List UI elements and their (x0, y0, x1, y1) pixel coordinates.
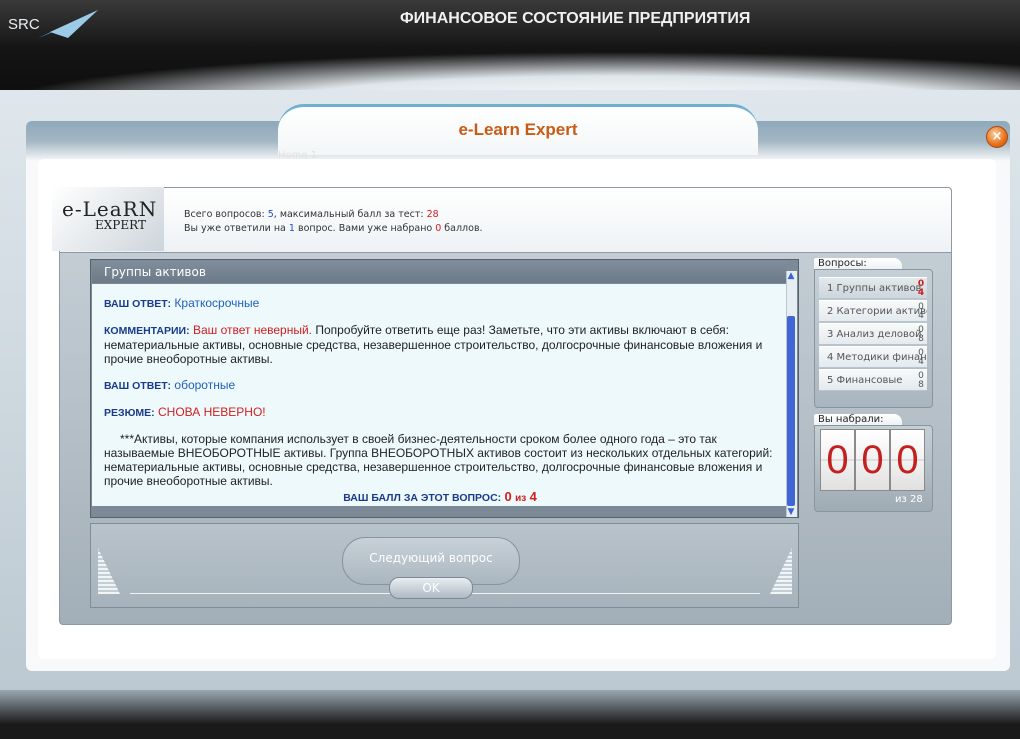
window-tab: e-Learn Expert (278, 104, 758, 155)
question-item-score-max: 8 (918, 334, 924, 344)
max-score: 28 (426, 209, 439, 220)
src-logo: SRC (8, 16, 40, 33)
window-title: e-Learn Expert (458, 120, 578, 139)
stats-text: баллов. (441, 223, 483, 234)
question-item-2[interactable]: 2 Категории активов 04 (819, 300, 927, 322)
question-item-label: 5 Финансовые (827, 375, 903, 386)
question-item-label: 3 Анализ деловой (827, 329, 922, 340)
feedback-area: ВАШ ОТВЕТ: Краткосрочные КОММЕНТАРИИ: Ва… (92, 284, 786, 506)
score-total: из 28 (895, 494, 923, 505)
question-item-score-max: 8 (918, 380, 924, 390)
question-item-label: 4 Методики финансового (827, 352, 927, 363)
summary-value: СНОВА НЕВЕРНО! (158, 405, 266, 419)
answer-1: ВАШ ОТВЕТ: Краткосрочные (104, 296, 776, 311)
score-digit: 0 (820, 429, 855, 491)
answer-value: Краткосрочные (174, 296, 260, 310)
ghost-tab-label: Home 1 (278, 150, 318, 161)
question-title: Группы активов (92, 261, 786, 283)
question-item-score: 04 (917, 303, 925, 321)
test-stats: Всего вопросов: 5, максимальный балл за … (184, 208, 483, 236)
scrollbar-thumb[interactable] (787, 316, 795, 506)
answer-label: ВАШ ОТВЕТ: (104, 298, 172, 310)
question-item-score: 04 (917, 349, 925, 367)
stats-line-2: Вы уже ответили на 1 вопрос. Вами уже на… (184, 222, 483, 236)
scroll-up-arrow-icon[interactable]: ▲ (786, 271, 796, 281)
question-item-score-max: 4 (918, 357, 924, 367)
score-digit: 0 (855, 429, 890, 491)
answer-2: ВАШ ОТВЕТ: оборотные (104, 378, 776, 393)
score-got: 0 (504, 489, 512, 504)
question-item-score: 04 (917, 280, 925, 298)
question-item-3[interactable]: 3 Анализ деловой 08 (819, 323, 927, 345)
course-logo-line2: EXPERT (95, 218, 146, 232)
comment-verdict: Ваш ответ неверный. (192, 323, 313, 337)
app-title: ФИНАНСОВОЕ СОСТОЯНИЕ ПРЕДПРИЯТИЯ (400, 10, 751, 27)
question-item-label: 1 Группы активов (827, 283, 922, 294)
stats-text: Всего вопросов: (184, 209, 268, 220)
answer-label: ВАШ ОТВЕТ: (104, 380, 172, 392)
explanation: ***Активы, которые компания использует в… (104, 432, 773, 488)
summary: РЕЗЮМЕ: СНОВА НЕВЕРНО! (104, 405, 776, 420)
scroll-down-arrow-icon[interactable]: ▼ (786, 507, 796, 517)
question-item-5[interactable]: 5 Финансовые 08 (819, 369, 927, 391)
question-score: ВАШ БАЛЛ ЗА ЭТОТ ВОПРОС: 0 из 4 (104, 490, 776, 506)
question-item-1[interactable]: 1 Группы активов 04 (819, 277, 927, 299)
question-item-4[interactable]: 4 Методики финансового 04 (819, 346, 927, 368)
score-of: из (515, 493, 527, 504)
stats-text: вопрос. Вами уже набрано (294, 223, 436, 234)
outer-frame-bottom (0, 690, 1020, 739)
question-item-score: 08 (917, 326, 925, 344)
stats-text: , максимальный балл за тест: (273, 209, 427, 220)
question-item-score-max: 4 (917, 288, 925, 298)
stats-line-1: Всего вопросов: 5, максимальный балл за … (184, 208, 483, 222)
answer-value: оборотные (174, 378, 236, 392)
stats-text: Вы уже ответили на (184, 223, 289, 234)
score-digit: 0 (890, 429, 925, 491)
question-item-score: 08 (917, 372, 925, 390)
src-wing-icon (38, 10, 98, 38)
summary-label: РЕЗЮМЕ: (104, 407, 155, 419)
close-button[interactable]: × (986, 126, 1008, 148)
feedback-content: ВАШ ОТВЕТ: Краткосрочные КОММЕНТАРИИ: Ва… (104, 296, 776, 506)
score-max: 4 (529, 489, 537, 504)
comment: КОММЕНТАРИИ: Ваш ответ неверный. Попробу… (104, 323, 776, 366)
comment-label: КОММЕНТАРИИ: (104, 325, 190, 337)
ok-button[interactable]: OK (389, 577, 473, 599)
question-item-score-max: 4 (918, 311, 924, 321)
score-label: ВАШ БАЛЛ ЗА ЭТОТ ВОПРОС: (343, 492, 502, 504)
question-item-label: 2 Категории активов (827, 306, 927, 317)
